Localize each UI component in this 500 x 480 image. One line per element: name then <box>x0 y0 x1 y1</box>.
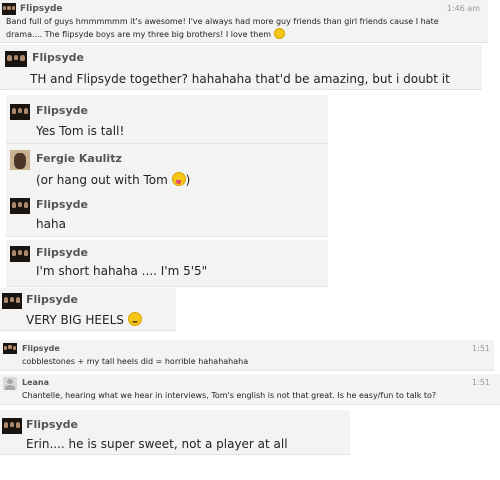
comment-text: cobblestones + my tall heels did = horri… <box>22 357 249 366</box>
avatar[interactable] <box>5 51 27 67</box>
comment-text: I'm short hahaha .... I'm 5'5" <box>36 264 208 278</box>
comment-text: Chantelle, hearing what we hear in inter… <box>22 391 437 400</box>
comment: Flipsyde I'm short hahaha .... I'm 5'5" <box>6 240 328 287</box>
comment-text: VERY BIG HEELS <box>26 312 142 327</box>
comment: Flipsyde haha <box>6 192 328 237</box>
comment: Flipsyde 1:46 am Band full of guys hmmmm… <box>0 0 488 43</box>
timestamp: 1:51 <box>472 344 490 353</box>
commenter-name[interactable]: Flipsyde <box>22 344 60 353</box>
comment-text-end: ) <box>185 173 191 187</box>
avatar[interactable] <box>2 3 16 15</box>
avatar[interactable] <box>3 377 17 390</box>
comment: Flipsyde TH and Flipsyde together? hahah… <box>0 45 482 90</box>
commenter-name[interactable]: Flipsyde <box>36 246 88 259</box>
comment-text: drama.... The flipsyde boys are my three… <box>6 28 285 39</box>
comment-text-line: drama.... The flipsyde boys are my three… <box>6 30 272 39</box>
comment-text: haha <box>36 217 66 231</box>
avatar[interactable] <box>2 418 22 434</box>
commenter-name[interactable]: Flipsyde <box>32 51 84 64</box>
comment-text: Yes Tom is tall! <box>36 124 125 138</box>
comment: Leana 1:51 Chantelle, hearing what we he… <box>0 374 500 405</box>
commenter-name[interactable]: Flipsyde <box>26 418 78 431</box>
comment: Flipsyde VERY BIG HEELS <box>0 288 176 331</box>
timestamp: 1:51 <box>472 378 490 387</box>
comment: Flipsyde Erin.... he is super sweet, not… <box>0 410 350 455</box>
wink-emoji <box>127 312 142 326</box>
commenter-name[interactable]: Flipsyde <box>36 104 88 117</box>
comment: Flipsyde 1:51 cobblestones + my tall hee… <box>0 340 494 371</box>
comment-text-start: (or hang out with Tom <box>36 173 168 187</box>
avatar[interactable] <box>10 198 30 214</box>
comment-text: Erin.... he is super sweet, not a player… <box>26 437 288 451</box>
comment: Flipsyde Yes Tom is tall! <box>6 95 328 144</box>
timestamp: 1:46 am <box>446 4 480 13</box>
comment-text: Band full of guys hmmmmmm it's awesome! … <box>6 17 439 26</box>
tongue-emoji <box>171 172 186 186</box>
commenter-name[interactable]: Fergie Kaulitz <box>36 152 122 165</box>
avatar[interactable] <box>3 343 17 354</box>
avatar[interactable] <box>10 150 30 170</box>
commenter-name[interactable]: Flipsyde <box>26 293 78 306</box>
smile-emoji <box>273 28 285 39</box>
commenter-name[interactable]: Flipsyde <box>36 198 88 211</box>
commenter-name[interactable]: Leana <box>22 378 49 387</box>
comment-text: (or hang out with Tom ) <box>36 172 190 187</box>
comment: Fergie Kaulitz (or hang out with Tom ) <box>6 144 328 193</box>
avatar[interactable] <box>10 104 30 120</box>
commenter-name[interactable]: Flipsyde <box>20 4 63 14</box>
avatar[interactable] <box>2 293 22 309</box>
avatar[interactable] <box>10 246 30 262</box>
comment-text-line: VERY BIG HEELS <box>26 313 124 327</box>
comment-text: TH and Flipsyde together? hahahaha that'… <box>30 72 450 86</box>
